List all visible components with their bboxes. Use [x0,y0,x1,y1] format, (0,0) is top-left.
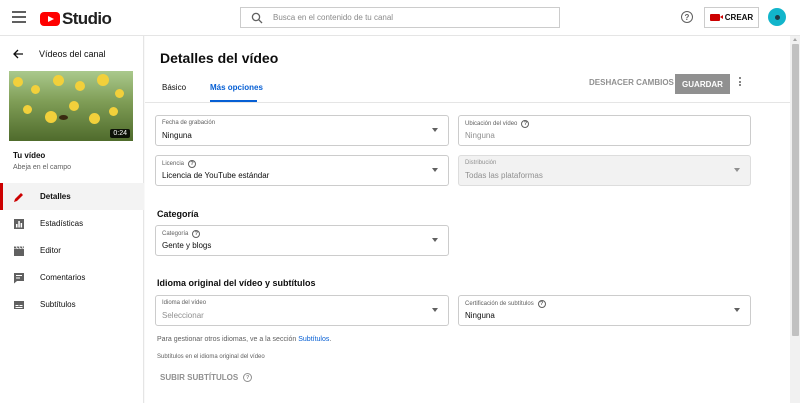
sidebar-item-comments[interactable]: Comentarios [0,264,144,291]
field-label: Licencia? [162,160,197,168]
help-icon: ? [521,120,530,128]
sidebar-item-label: Estadísticas [40,219,84,228]
sidebar: Vídeos del canal 0:24 Tu vídeo Abeja en … [0,36,144,403]
back-to-channel-videos[interactable]: Vídeos del canal [12,48,106,60]
help-icon: ? [188,160,197,168]
video-location-field[interactable]: Ubicación del vídeo? Ninguna [458,115,751,146]
youtube-studio-logo[interactable]: Studio [40,9,112,29]
video-camera-icon [709,14,723,21]
bar-chart-icon [14,218,24,229]
save-button[interactable]: GUARDAR [675,74,730,94]
create-button[interactable]: CREAR [704,7,759,28]
license-select[interactable]: Licencia? Licencia de YouTube estándar [155,155,449,186]
category-select[interactable]: Categoría? Gente y blogs [155,225,449,256]
sidebar-item-editor[interactable]: Editor [0,237,144,264]
help-icon[interactable]: ? [681,11,693,23]
dropdown-caret-icon [432,308,438,312]
dropdown-caret-icon [432,168,438,172]
sidebar-item-label: Editor [40,246,61,255]
recording-date-select[interactable]: Fecha de grabación Ninguna [155,115,449,146]
your-video-label: Tu vídeo [13,151,46,160]
subtitles-icon [14,300,24,309]
avatar[interactable] [768,8,786,26]
scrollbar[interactable] [790,36,800,403]
tab-basic[interactable]: Básico [162,83,186,92]
field-label: Ubicación del vídeo? [465,120,530,128]
help-icon: ? [537,300,546,308]
field-value: Ninguna [465,311,495,320]
youtube-logo-icon [40,12,60,26]
dropdown-caret-icon [734,308,740,312]
comment-icon [14,272,24,283]
video-duration: 0:24 [110,129,130,138]
video-thumbnail[interactable]: 0:24 [9,71,133,141]
field-value: Licencia de YouTube estándar [162,171,270,180]
sidebar-item-label: Comentarios [40,273,86,282]
sidebar-item-label: Detalles [40,192,71,201]
sidebar-nav: Detalles Estadísticas Editor Comentarios… [0,183,144,318]
logo-text: Studio [62,9,112,28]
sidebar-item-analytics[interactable]: Estadísticas [0,210,144,237]
field-value: Ninguna [162,131,192,140]
scroll-up-icon[interactable] [793,38,797,41]
more-options-icon[interactable] [738,77,742,89]
distribution-select: Distribución Todas las plataformas [458,155,751,186]
video-language-select[interactable]: Idioma del vídeo Seleccionar [155,295,449,326]
page-title: Detalles del vídeo [160,50,279,66]
video-name: Abeja en el campo [13,164,71,171]
dropdown-caret-icon [432,128,438,132]
help-icon: ? [243,373,253,382]
field-value: Seleccionar [162,311,204,320]
field-value: Gente y blogs [162,241,212,250]
back-arrow-icon [13,49,23,59]
search-icon [251,12,263,23]
dropdown-caret-icon [432,238,438,242]
manage-languages-note: Para gestionar otros idiomas, ve a la se… [157,336,332,343]
top-bar: Studio ? CREAR [0,0,800,36]
clapperboard-icon [14,245,24,256]
location-input-placeholder[interactable]: Ninguna [465,131,495,140]
field-label: Certificación de subtítulos? [465,300,546,308]
field-value: Todas las plataformas [465,171,543,180]
field-label: Idioma del vídeo [162,300,207,306]
tabs-divider [145,102,790,103]
tab-more-options[interactable]: Más opciones [210,83,263,92]
field-label: Fecha de grabación [162,120,216,126]
field-label: Categoría? [162,230,201,238]
category-section-title: Categoría [157,209,199,219]
caption-certification-select[interactable]: Certificación de subtítulos? Ninguna [458,295,751,326]
field-label: Distribución [465,160,497,166]
main-content: Detalles del vídeo Básico Más opciones D… [145,36,790,403]
sidebar-item-details[interactable]: Detalles [0,183,144,210]
create-button-label: CREAR [724,13,754,22]
help-icon: ? [192,230,201,238]
scroll-thumb[interactable] [792,44,799,336]
back-label: Vídeos del canal [39,49,106,59]
subtitles-note: Subtítulos en el idioma original del víd… [157,354,265,360]
undo-changes-button[interactable]: DESHACER CAMBIOS [589,78,674,87]
pencil-icon [14,192,23,202]
bee [59,115,68,120]
dropdown-caret-icon [734,168,740,172]
upload-subtitles-button[interactable]: SUBIR SUBTÍTULOS? [160,373,253,382]
subtitles-link[interactable]: Subtítulos [298,336,329,343]
sidebar-item-label: Subtítulos [40,300,76,309]
sidebar-item-subtitles[interactable]: Subtítulos [0,291,144,318]
hamburger-menu-icon[interactable] [12,11,26,23]
language-section-title: Idioma original del vídeo y subtítulos [157,278,316,288]
search-input[interactable] [273,13,543,22]
search-box[interactable] [240,7,560,28]
